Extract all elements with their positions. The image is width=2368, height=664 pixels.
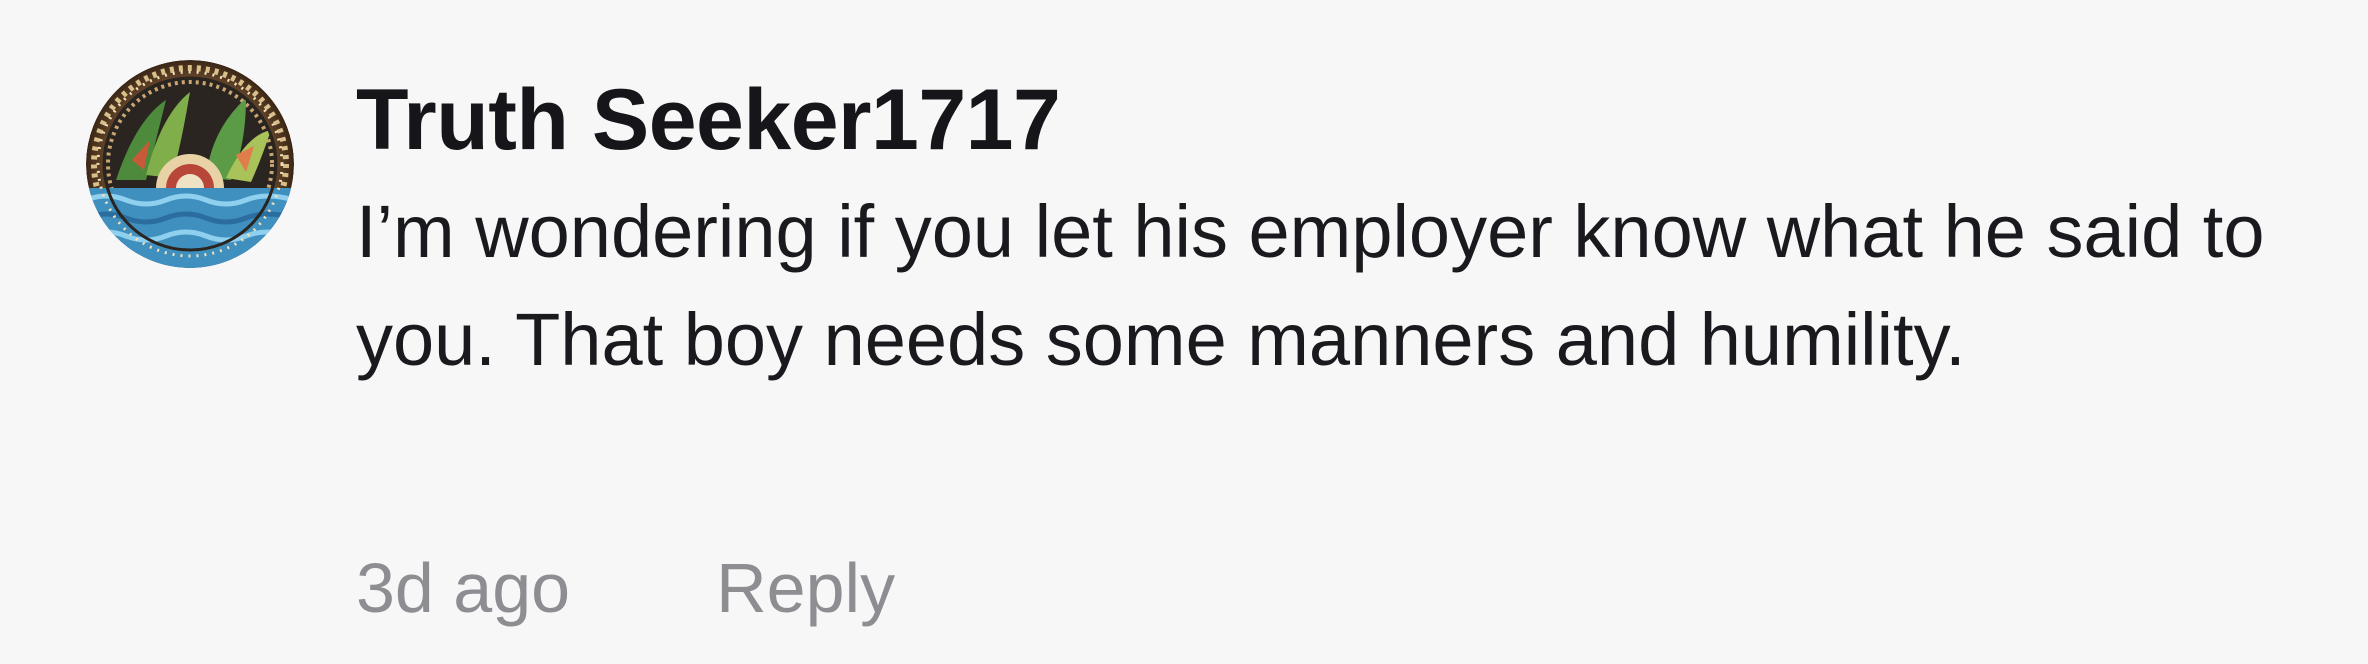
comment-timestamp: 3d ago [356,549,571,627]
comment-body: Truth Seeker1717 I’m wondering if you le… [356,60,2346,394]
comment-text: I’m wondering if you let his employer kn… [356,190,2265,381]
comment-item: Truth Seeker1717 I’m wondering if you le… [0,0,2368,664]
comment-meta: 3d ago Reply [356,538,895,638]
reply-button[interactable]: Reply [716,548,895,628]
comment-author[interactable]: Truth Seeker1717 [356,60,2346,180]
user-avatar-mandala-icon [86,60,294,268]
avatar[interactable] [86,60,294,268]
